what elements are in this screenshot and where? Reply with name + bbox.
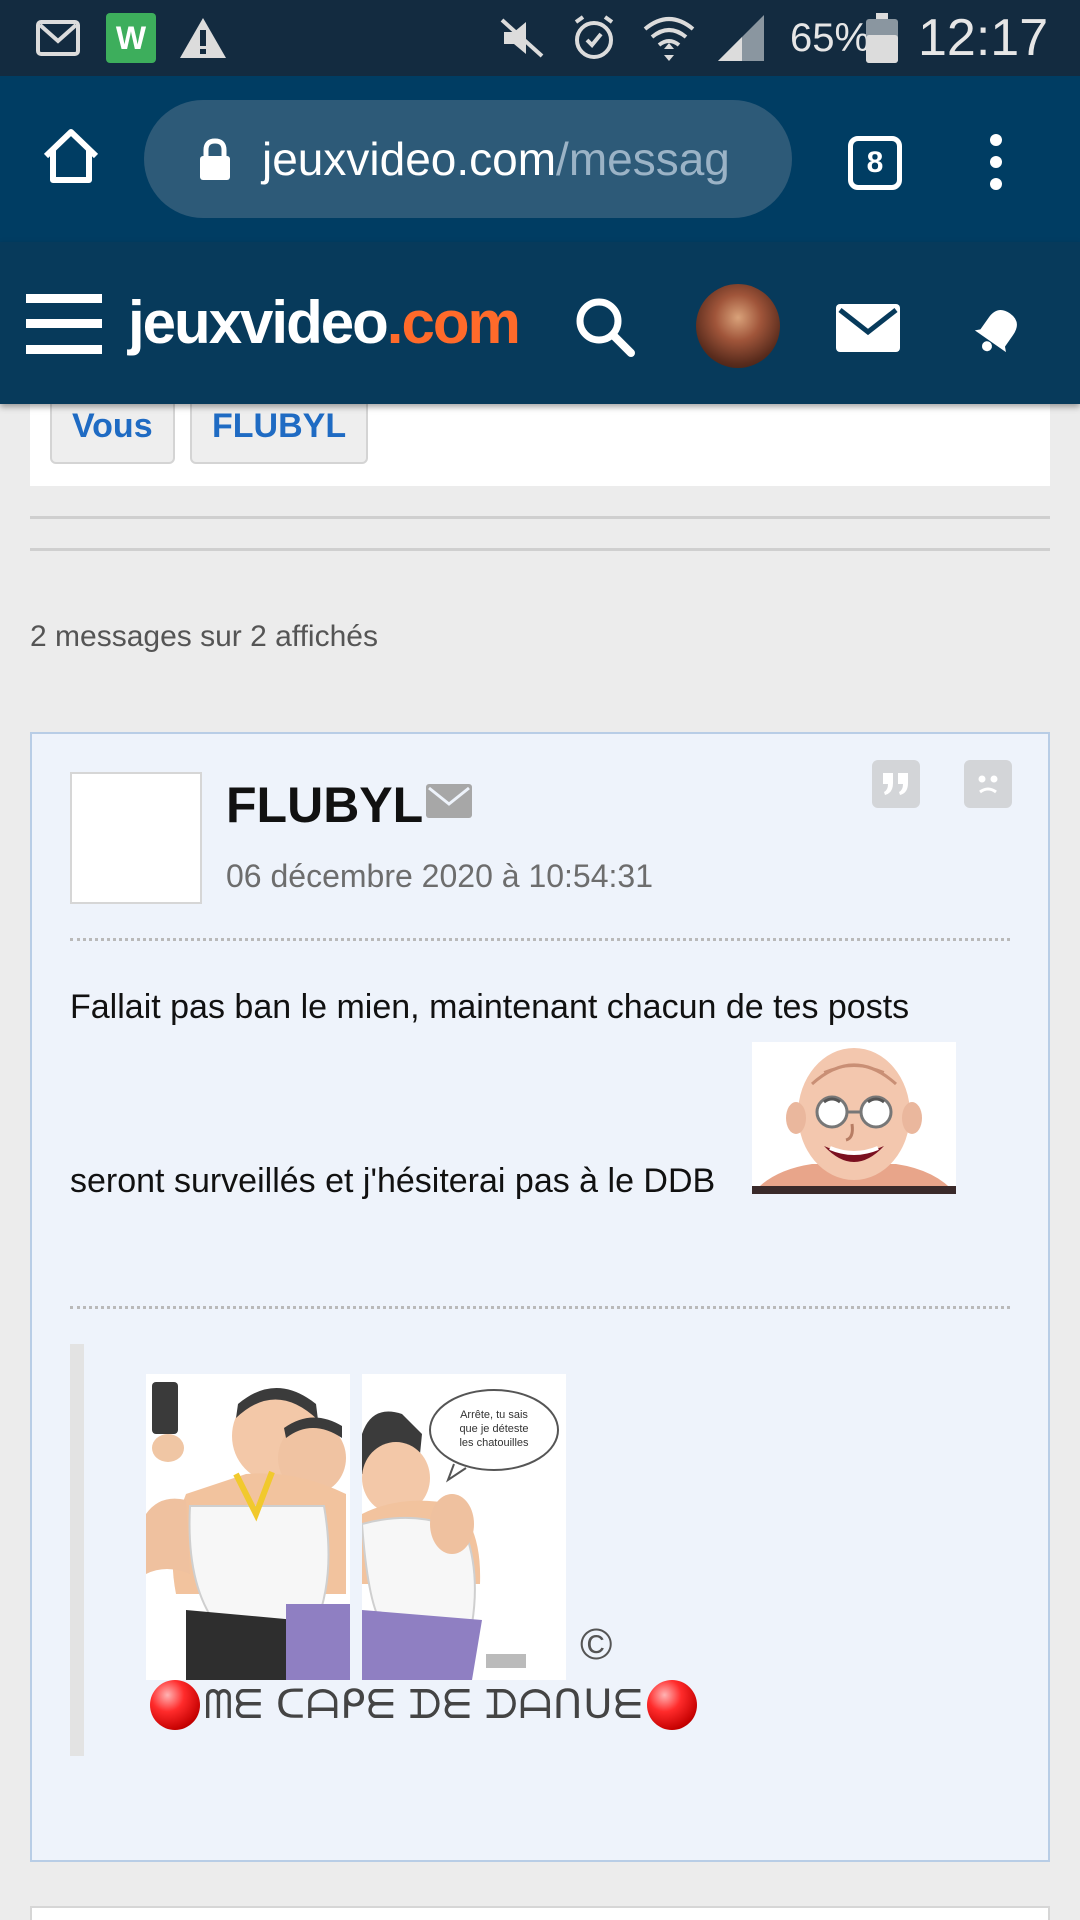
messages-count: 2 messages sur 2 affichés — [30, 620, 378, 653]
signature-copyright: © — [580, 1620, 613, 1669]
red-ball-icon — [647, 1680, 698, 1730]
more-options-icon[interactable] — [986, 132, 1006, 197]
address-bar[interactable]: jeuxvideo.com/messag — [144, 100, 792, 218]
user-avatar[interactable] — [696, 284, 780, 368]
signal-icon — [716, 0, 766, 76]
notifications-bell-icon[interactable] — [970, 300, 1028, 363]
signature-image-left — [146, 1374, 350, 1680]
send-private-message-icon[interactable] — [426, 784, 472, 823]
mail-icon[interactable] — [836, 304, 900, 357]
sticker-image — [752, 1042, 956, 1194]
lock-icon — [198, 137, 232, 181]
alarm-icon — [570, 0, 618, 76]
post-text-line: Fallait pas ban le mien, maintenant chac… — [70, 988, 910, 1026]
logo-text-main: jeuxvideo — [128, 289, 389, 356]
clock: 12:17 — [918, 9, 1049, 67]
logo-text-domain: .com — [386, 289, 521, 356]
battery-percent: 65% — [790, 15, 871, 60]
post-text-line: seront surveillés et j'hésiterai pas à l… — [70, 1162, 716, 1200]
post-separator — [70, 1306, 1010, 1309]
signature-text-line: ᗰᗴ ᑕᗩᑭᗴ ᗪᗴ ᗪᗩᑎᑌᗴ — [150, 1678, 698, 1732]
svg-text:que je déteste: que je déteste — [459, 1423, 528, 1435]
battery-icon — [866, 0, 898, 76]
site-logo[interactable]: jeuxvideo.com — [128, 288, 521, 357]
app-w-icon: W — [106, 0, 156, 76]
next-card-edge — [30, 1906, 1050, 1920]
tab-switcher-button[interactable]: 8 — [848, 136, 902, 190]
svg-text:W: W — [116, 20, 147, 56]
signature-quote-bar — [70, 1344, 84, 1756]
warning-icon — [178, 0, 228, 76]
wifi-icon — [642, 0, 696, 76]
site-header: jeuxvideo.com — [0, 242, 1080, 404]
home-icon[interactable] — [42, 128, 100, 189]
search-icon[interactable] — [574, 296, 636, 363]
mute-icon — [498, 0, 546, 76]
message-post: FLUBYL 06 décembre 2020 à 10:54:31 Falla… — [30, 732, 1050, 1862]
post-author[interactable]: FLUBYL — [226, 776, 423, 834]
gmail-icon — [36, 0, 80, 76]
svg-text:les chatouilles: les chatouilles — [459, 1437, 529, 1449]
post-separator — [70, 938, 1010, 941]
divider — [30, 548, 1050, 551]
status-bar: W 65% 12:17 — [0, 0, 1080, 76]
signature-image-right: Arrête, tu sais que je déteste les chato… — [362, 1374, 566, 1680]
divider — [30, 516, 1050, 519]
red-ball-icon — [150, 1680, 200, 1730]
url-host: jeuxvideo.com — [262, 133, 557, 185]
browser-toolbar: jeuxvideo.com/messag 8 — [0, 76, 1080, 242]
post-date: 06 décembre 2020 à 10:54:31 — [226, 858, 653, 894]
author-filter-box: Vous FLUBYL — [30, 388, 1050, 486]
report-icon[interactable] — [964, 760, 1012, 808]
speech-bubble-text: Arrête, tu sais — [460, 1409, 528, 1421]
author-avatar[interactable] — [70, 772, 202, 904]
url-path: /messag — [556, 133, 730, 185]
hamburger-menu-icon[interactable] — [26, 294, 102, 359]
quote-icon[interactable] — [872, 760, 920, 808]
signature-text: ᗰᗴ ᑕᗩᑭᗴ ᗪᗴ ᗪᗩᑎᑌᗴ — [204, 1683, 644, 1727]
